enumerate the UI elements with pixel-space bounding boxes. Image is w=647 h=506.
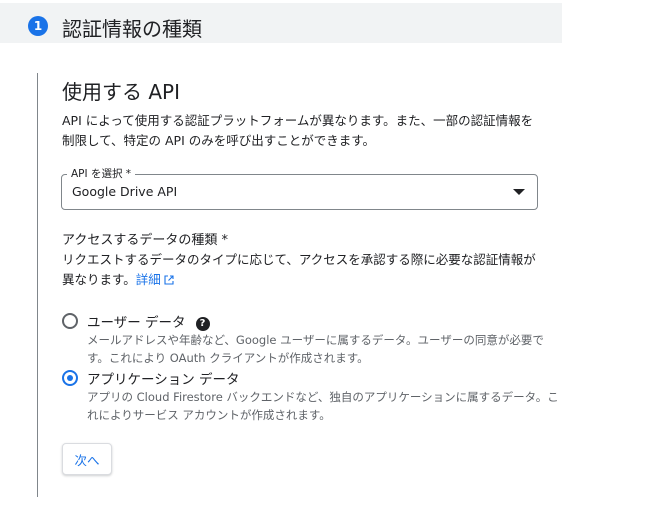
radio-application-data[interactable] [62, 370, 78, 386]
step-number-badge: 1 [28, 16, 48, 36]
step-header: 1 認証情報の種類 [0, 3, 562, 43]
radio-user-data[interactable] [62, 313, 78, 329]
option-user-data-description: メールアドレスや年齢など、Google ユーザーに属するデータ。ユーザーの同意が… [87, 333, 544, 365]
dropdown-arrow-icon [513, 189, 525, 195]
api-select-value: Google Drive API [72, 184, 178, 199]
option-application-data-description: アプリの Cloud Firestore バックエンドなど、独自のアプリケーショ… [87, 390, 559, 422]
option-application-data-label: アプリケーション データ [87, 372, 240, 388]
data-type-description-text: リクエストするデータのタイプに応じて、アクセスを承認する際に必要な認証情報が異な… [62, 252, 536, 287]
section-description: API によって使用する認証プラットフォームが異なります。また、一部の認証情報を… [62, 113, 534, 148]
api-select-label: API を選択 * [67, 166, 136, 181]
data-type-title: アクセスするデータの種類 * [62, 233, 228, 248]
learn-more-link[interactable]: 詳細 [136, 272, 174, 287]
external-link-icon [164, 275, 174, 285]
section-title: 使用する API [62, 80, 180, 104]
help-icon[interactable]: ? [195, 317, 210, 331]
next-button[interactable]: 次へ [62, 443, 112, 475]
option-user-data-label: ユーザー データ? [87, 311, 210, 331]
step-rail-divider [37, 73, 38, 497]
option-user-data-text: ユーザー データ [87, 315, 186, 331]
learn-more-label: 詳細 [135, 272, 161, 287]
data-type-description: リクエストするデータのタイプに応じて、アクセスを承認する際に必要な認証情報が異な… [62, 250, 542, 290]
step-title: 認証情報の種類 [62, 17, 202, 41]
